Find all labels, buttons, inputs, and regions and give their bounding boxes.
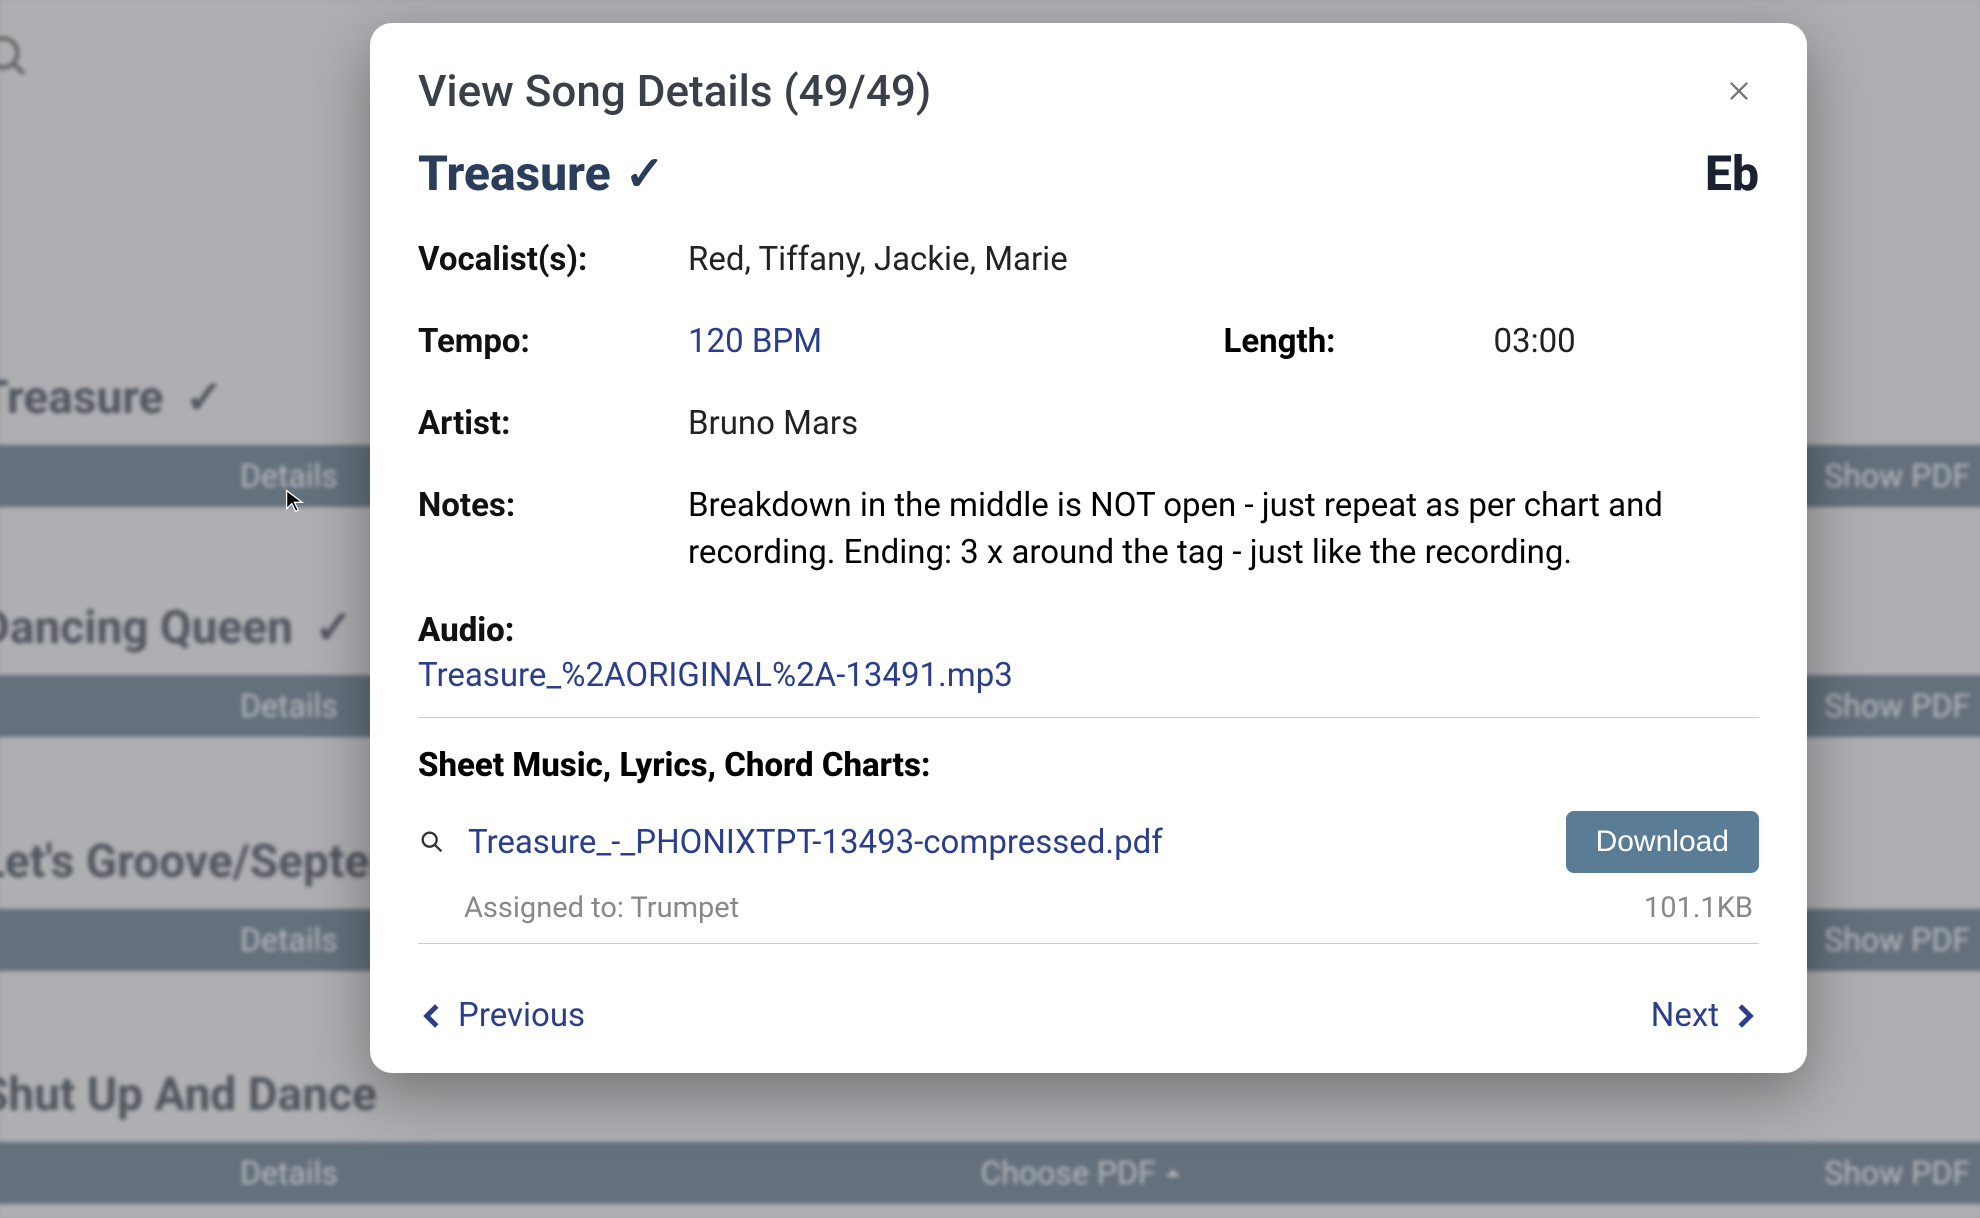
length-label: Length:	[1224, 318, 1494, 366]
notes-label: Notes:	[418, 482, 688, 578]
sheet-music-label: Sheet Music, Lyrics, Chord Charts:	[418, 746, 1759, 785]
close-button[interactable]	[1719, 71, 1759, 111]
chevron-right-icon	[1729, 1001, 1759, 1031]
artist-value: Bruno Mars	[688, 400, 858, 448]
previous-button[interactable]: Previous	[418, 996, 585, 1035]
song-details-modal: View Song Details (49/49) Treasure ✓ Eb …	[370, 23, 1807, 1073]
artist-label: Artist:	[418, 400, 688, 448]
file-size: 101.1KB	[1644, 891, 1753, 925]
length-value: 03:00	[1494, 318, 1576, 366]
next-button[interactable]: Next	[1651, 996, 1759, 1035]
magnify-icon[interactable]	[418, 828, 446, 856]
divider	[418, 717, 1759, 718]
modal-title: View Song Details (49/49)	[418, 65, 931, 117]
download-button[interactable]: Download	[1566, 811, 1759, 873]
song-title: Treasure	[418, 145, 611, 202]
close-icon	[1725, 77, 1753, 105]
check-icon: ✓	[625, 145, 665, 202]
tempo-value[interactable]: 120 BPM	[688, 318, 822, 366]
sheet-file-link[interactable]: Treasure_-_PHONIXTPT-13493-compressed.pd…	[468, 823, 1544, 862]
previous-label: Previous	[458, 996, 585, 1035]
vocalists-value: Red, Tiffany, Jackie, Marie	[688, 236, 1068, 284]
assigned-to: Assigned to: Trumpet	[464, 891, 739, 925]
next-label: Next	[1651, 996, 1719, 1035]
audio-label: Audio:	[418, 611, 1759, 650]
audio-file-link[interactable]: Treasure_%2AORIGINAL%2A-13491.mp3	[418, 656, 1759, 711]
tempo-label: Tempo:	[418, 318, 688, 366]
vocalists-label: Vocalist(s):	[418, 236, 688, 284]
notes-value: Breakdown in the middle is NOT open - ju…	[688, 482, 1759, 578]
song-key: Eb	[1705, 145, 1759, 202]
chevron-left-icon	[418, 1001, 448, 1031]
